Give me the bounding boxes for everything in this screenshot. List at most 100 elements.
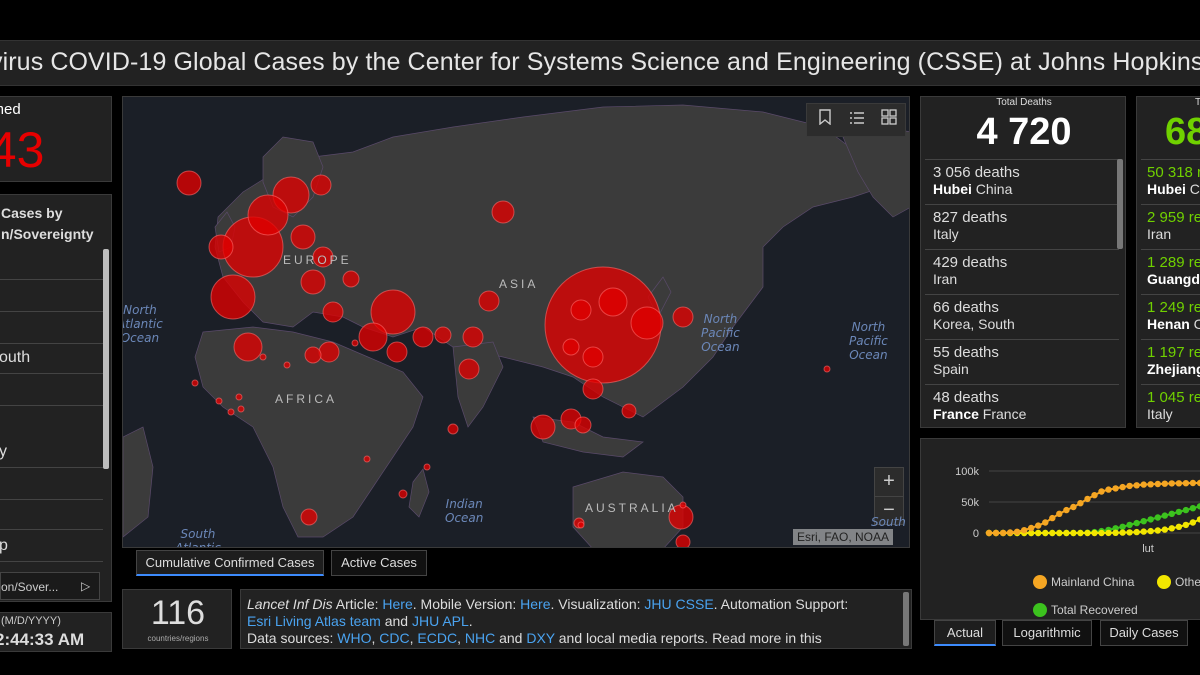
basemap-gallery-icon[interactable] <box>873 104 905 136</box>
recovered-row[interactable]: 2 959 re Iran <box>1141 204 1200 249</box>
case-bubble[interactable] <box>570 299 592 321</box>
case-bubble[interactable] <box>363 455 371 463</box>
case-bubble[interactable] <box>491 200 515 224</box>
case-bubble[interactable] <box>351 339 359 347</box>
case-bubble[interactable] <box>530 414 556 440</box>
total-deaths-panel[interactable]: Total Deaths 4 720 3 056 deaths Hubei Ch… <box>920 96 1126 428</box>
case-bubble[interactable] <box>675 534 691 548</box>
case-bubble[interactable] <box>227 408 235 416</box>
country-row[interactable]: y <box>0 437 103 468</box>
case-bubble[interactable] <box>191 379 199 387</box>
country-list-scrollbar[interactable] <box>103 249 109 469</box>
deaths-row[interactable]: 55 deaths Spain <box>925 339 1119 384</box>
recovered-row[interactable]: 1 045 re Italy <box>1141 384 1200 427</box>
deaths-row[interactable]: 429 deaths Iran <box>925 249 1119 294</box>
case-bubble[interactable] <box>574 416 592 434</box>
country-row[interactable]: p <box>0 531 103 562</box>
tab-daily-cases[interactable]: Daily Cases <box>1100 620 1188 646</box>
country-row[interactable] <box>0 499 103 530</box>
bookmark-icon[interactable] <box>809 104 841 136</box>
case-bubble[interactable] <box>176 170 202 196</box>
recovered-row[interactable]: 1 249 re Henan C <box>1141 294 1200 339</box>
jhu-csse-link[interactable]: JHU CSSE <box>644 596 713 612</box>
case-bubble[interactable] <box>598 287 628 317</box>
map-canvas[interactable] <box>123 97 910 548</box>
case-bubble[interactable] <box>300 269 326 295</box>
case-bubble[interactable] <box>386 341 408 363</box>
cdc-link[interactable]: CDC <box>379 630 409 646</box>
legend-other[interactable]: Other <box>1157 575 1200 589</box>
case-bubble[interactable] <box>237 405 245 413</box>
next-arrow-icon[interactable]: ▷ <box>81 579 90 593</box>
case-bubble[interactable] <box>447 423 459 435</box>
case-bubble[interactable] <box>342 270 360 288</box>
country-row[interactable] <box>0 313 103 344</box>
case-bubble[interactable] <box>259 353 267 361</box>
list-icon[interactable] <box>841 104 873 136</box>
case-bubble[interactable] <box>423 463 431 471</box>
case-bubble[interactable] <box>672 306 694 328</box>
deaths-row[interactable]: 66 deaths Korea, South <box>925 294 1119 339</box>
case-bubble[interactable] <box>562 338 580 356</box>
total-recovered-panel[interactable]: T 68 50 318 r Hubei C 2 959 re Iran 1 28… <box>1136 96 1200 428</box>
article-link[interactable]: Here <box>382 596 412 612</box>
zoom-in-button[interactable]: + <box>875 468 903 496</box>
case-bubble[interactable] <box>458 358 480 380</box>
country-row[interactable] <box>0 469 103 500</box>
case-bubble[interactable] <box>208 234 234 260</box>
case-bubble[interactable] <box>582 346 604 368</box>
case-bubble[interactable] <box>233 332 263 362</box>
info-scrollbar[interactable] <box>903 592 909 646</box>
case-bubble[interactable] <box>304 346 322 364</box>
nhc-link[interactable]: NHC <box>465 630 495 646</box>
case-bubble[interactable] <box>235 393 243 401</box>
case-bubble[interactable] <box>478 290 500 312</box>
case-bubble[interactable] <box>679 501 687 509</box>
admin-region-selector[interactable]: on/Sover... ▷ <box>0 572 100 600</box>
ecdc-link[interactable]: ECDC <box>417 630 457 646</box>
country-row[interactable] <box>0 281 103 312</box>
legend-total-recovered[interactable]: Total Recovered <box>1033 603 1138 617</box>
recovered-row[interactable]: 50 318 r Hubei C <box>1141 159 1200 204</box>
case-bubble[interactable] <box>398 489 408 499</box>
tab-logarithmic[interactable]: Logarithmic <box>1002 620 1092 646</box>
case-bubble[interactable] <box>322 301 344 323</box>
case-bubble[interactable] <box>434 326 452 344</box>
case-bubble[interactable] <box>318 341 340 363</box>
case-bubble[interactable] <box>577 521 585 529</box>
tab-active-cases[interactable]: Active Cases <box>331 550 427 576</box>
case-bubble[interactable] <box>462 326 484 348</box>
legend-mainland-china[interactable]: Mainland China <box>1033 575 1134 589</box>
mobile-version-link[interactable]: Here <box>520 596 550 612</box>
tab-actual[interactable]: Actual <box>934 620 996 646</box>
case-bubble[interactable] <box>358 322 388 352</box>
cases-by-country-panel[interactable]: Cases by n/Sovereignty outh y p <box>0 194 112 602</box>
case-bubble[interactable] <box>247 194 289 236</box>
recovered-row[interactable]: 1 197 re Zhejiang <box>1141 339 1200 384</box>
deaths-row[interactable]: 48 deaths France France <box>925 384 1119 427</box>
world-map[interactable]: + − Esri, FAO, NOAA North Atlantic Ocean… <box>122 96 910 548</box>
country-row[interactable] <box>0 249 103 280</box>
dxy-link[interactable]: DXY <box>526 630 555 646</box>
case-bubble[interactable] <box>582 378 604 400</box>
case-bubble[interactable] <box>823 365 831 373</box>
esri-living-atlas-link[interactable]: Esri Living Atlas team <box>247 613 381 629</box>
jhu-apl-link[interactable]: JHU APL <box>412 613 469 629</box>
case-bubble[interactable] <box>290 224 316 250</box>
case-bubble[interactable] <box>310 174 332 196</box>
country-row[interactable]: outh <box>0 343 103 374</box>
case-bubble[interactable] <box>300 508 318 526</box>
deaths-row[interactable]: 827 deaths Italy <box>925 204 1119 249</box>
case-bubble[interactable] <box>630 306 664 340</box>
case-bubble[interactable] <box>210 274 256 320</box>
tab-cumulative-confirmed[interactable]: Cumulative Confirmed Cases <box>136 550 324 576</box>
who-link[interactable]: WHO <box>337 630 371 646</box>
deaths-row[interactable]: 3 056 deaths Hubei China <box>925 159 1119 204</box>
country-row[interactable] <box>0 375 103 406</box>
case-bubble[interactable] <box>412 326 434 348</box>
recovered-row[interactable]: 1 289 re Guangd <box>1141 249 1200 294</box>
case-bubble[interactable] <box>215 397 223 405</box>
deaths-scrollbar[interactable] <box>1117 159 1123 249</box>
case-bubble[interactable] <box>283 361 291 369</box>
case-bubble[interactable] <box>621 403 637 419</box>
